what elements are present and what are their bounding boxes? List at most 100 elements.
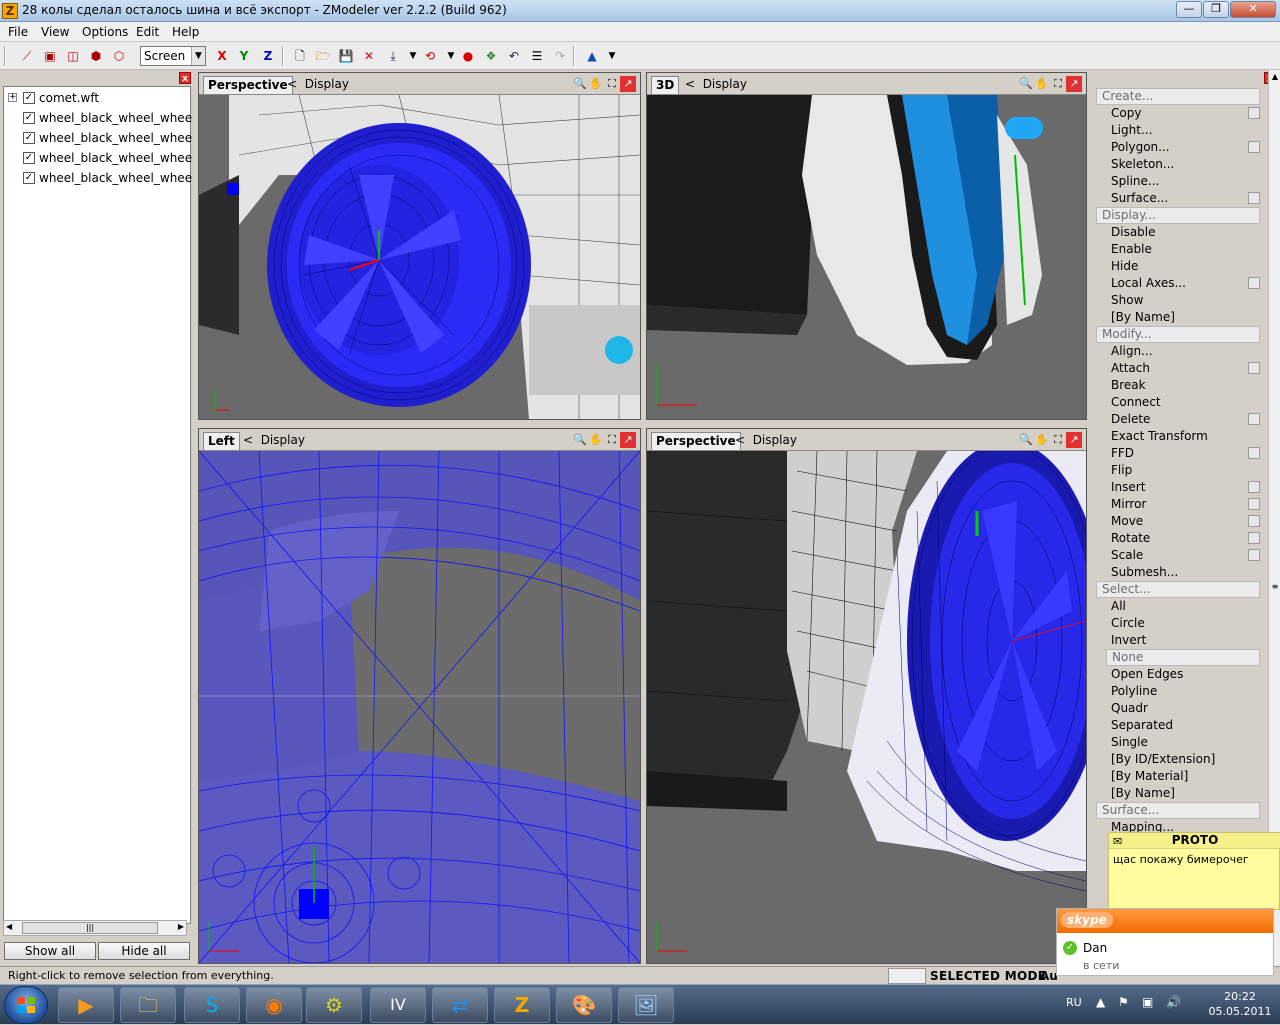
start-button[interactable] [4, 986, 48, 1024]
open-folder-icon[interactable]: 🗁 [313, 46, 333, 66]
clock[interactable]: 20:22 05.05.2011 [1204, 989, 1276, 1019]
option-box-icon[interactable] [1248, 107, 1260, 119]
zoom-icon[interactable]: 🔍 [1018, 432, 1034, 448]
tray-flag-icon[interactable]: ⚑ [1118, 995, 1129, 1009]
cmd-display-by-name[interactable]: [By Name] [1096, 309, 1260, 326]
cmd-break[interactable]: Break [1096, 377, 1260, 394]
cmd-ffd[interactable]: FFD [1096, 445, 1260, 462]
visibility-checkbox[interactable]: ✓ [23, 172, 35, 184]
viewport-display-menu[interactable]: < Display [735, 433, 797, 447]
scroll-thumb[interactable]: ||| [22, 922, 158, 934]
scroll-up-icon[interactable]: ▲ [1269, 70, 1280, 84]
select-face-icon[interactable]: ▣ [40, 46, 60, 66]
restore-button[interactable]: ❐ [1203, 1, 1229, 18]
cmd-polygon[interactable]: Polygon... [1096, 139, 1260, 156]
tray-expand-icon[interactable]: ▲ [1096, 995, 1105, 1009]
redo-icon[interactable]: ↶ [504, 46, 524, 66]
option-box-icon[interactable] [1248, 141, 1260, 153]
cmd-disable[interactable]: Disable [1096, 224, 1260, 241]
firefox-task-icon[interactable]: ◉ [246, 987, 302, 1023]
cmd-delete[interactable]: Delete [1096, 411, 1260, 428]
paint-task-icon[interactable]: 🎨 [556, 987, 612, 1023]
option-box-icon[interactable] [1248, 192, 1260, 204]
visibility-checkbox[interactable]: ✓ [23, 132, 35, 144]
tree-item[interactable]: + ✓ comet.wft [4, 88, 192, 108]
cmd-surface[interactable]: Surface... [1096, 190, 1260, 207]
menu-help[interactable]: Help [172, 25, 199, 39]
explorer-task-icon[interactable]: 🗀 [120, 987, 176, 1023]
viewport-left[interactable]: Left < Display 🔍 ✋ ⛶ ↗ [198, 428, 641, 964]
scroll-left-icon[interactable]: ◀ [6, 922, 12, 931]
cmd-submesh[interactable]: Submesh... [1096, 564, 1260, 581]
menu-options[interactable]: Options [82, 25, 128, 39]
cmd-spline[interactable]: Spline... [1096, 173, 1260, 190]
scroll-right-icon[interactable]: ▶ [178, 922, 184, 931]
cmd-select-none[interactable]: None [1106, 649, 1260, 666]
viewport-close-icon[interactable]: ↗ [1066, 76, 1082, 92]
group-display[interactable]: Display... [1096, 207, 1260, 224]
viewport-display-menu[interactable]: < Display [685, 77, 747, 91]
cmd-insert[interactable]: Insert [1096, 479, 1260, 496]
pan-hand-icon[interactable]: ✋ [588, 76, 604, 92]
maximize-icon[interactable]: ⛶ [604, 432, 620, 448]
viewport-canvas[interactable] [647, 95, 1086, 419]
cmd-skeleton[interactable]: Skeleton... [1096, 156, 1260, 173]
cmd-select-invert[interactable]: Invert [1096, 632, 1260, 649]
cmd-mirror[interactable]: Mirror [1096, 496, 1260, 513]
cmd-move[interactable]: Move [1096, 513, 1260, 530]
tree-item[interactable]: ✓ wheel_black_wheel_wheel_bl [4, 168, 192, 188]
language-indicator[interactable]: RU [1066, 996, 1082, 1009]
media-player-task-icon[interactable]: ▶ [58, 987, 114, 1023]
select-mesh-icon[interactable]: ⬢ [86, 46, 106, 66]
minimize-button[interactable]: — [1176, 1, 1202, 18]
axis-x-toggle[interactable]: X [212, 46, 232, 66]
maximize-icon[interactable]: ⛶ [1050, 76, 1066, 92]
expand-plus-icon[interactable]: + [8, 93, 17, 102]
option-box-icon[interactable] [1248, 532, 1260, 544]
cmd-align[interactable]: Align... [1096, 343, 1260, 360]
viewport-display-menu[interactable]: < Display [243, 433, 305, 447]
close-button[interactable]: ✕ [1230, 1, 1276, 18]
material-sphere-icon[interactable]: ● [458, 46, 478, 66]
teamviewer-task-icon[interactable]: ⇄ [432, 987, 488, 1023]
cmd-exact-transform[interactable]: Exact Transform [1096, 428, 1260, 445]
option-box-icon[interactable] [1248, 277, 1260, 289]
viewport-close-icon[interactable]: ↗ [620, 76, 636, 92]
network-icon[interactable]: ▣ [1142, 995, 1153, 1009]
tree-item[interactable]: ✓ wheel_black_wheel_wheel_bl [4, 108, 192, 128]
viewport-display-menu[interactable]: < Display [287, 77, 349, 91]
group-surface[interactable]: Surface... [1096, 802, 1260, 819]
visibility-checkbox[interactable]: ✓ [23, 92, 35, 104]
render-mode-icon[interactable]: ▲ [582, 46, 602, 66]
pan-hand-icon[interactable]: ✋ [588, 432, 604, 448]
utility-task-icon[interactable]: ⚙ [306, 987, 362, 1023]
pan-hand-icon[interactable]: ✋ [1034, 432, 1050, 448]
selection-mode-indicator[interactable]: SELECTED MODE [930, 969, 1046, 983]
cmd-connect[interactable]: Connect [1096, 394, 1260, 411]
scroll-thumb[interactable]: ≡ [1269, 582, 1280, 592]
option-box-icon[interactable] [1248, 362, 1260, 374]
cmd-select-separated[interactable]: Separated [1096, 717, 1260, 734]
viewport-name[interactable]: Perspective [651, 432, 741, 450]
cmd-rotate[interactable]: Rotate [1096, 530, 1260, 547]
cmd-select-by-id[interactable]: [By ID/Extension] [1096, 751, 1260, 768]
undo-history-icon[interactable]: ⟲ [420, 46, 440, 66]
new-file-icon[interactable]: 🗋 [290, 46, 310, 66]
axis-z-toggle[interactable]: Z [258, 46, 278, 66]
zoom-icon[interactable]: 🔍 [1018, 76, 1034, 92]
cmd-attach[interactable]: Attach [1096, 360, 1260, 377]
cmd-hide[interactable]: Hide [1096, 258, 1260, 275]
close-panel-icon[interactable]: x [179, 72, 191, 84]
tree-item[interactable]: ✓ wheel_black_wheel_wheel_bl [4, 148, 192, 168]
select-boundary-icon[interactable]: ⬡ [109, 46, 129, 66]
cmd-scale[interactable]: Scale [1096, 547, 1260, 564]
cmd-select-by-name[interactable]: [By Name] [1096, 785, 1260, 802]
cmd-enable[interactable]: Enable [1096, 241, 1260, 258]
viewport-canvas[interactable] [647, 451, 1086, 963]
cmd-select-quadr[interactable]: Quadr [1096, 700, 1260, 717]
skype-popup[interactable]: skype ✓ Dan в сети [1056, 908, 1274, 976]
maximize-icon[interactable]: ⛶ [604, 76, 620, 92]
pan-hand-icon[interactable]: ✋ [1034, 76, 1050, 92]
select-object-icon[interactable]: ◫ [63, 46, 83, 66]
option-box-icon[interactable] [1248, 481, 1260, 493]
